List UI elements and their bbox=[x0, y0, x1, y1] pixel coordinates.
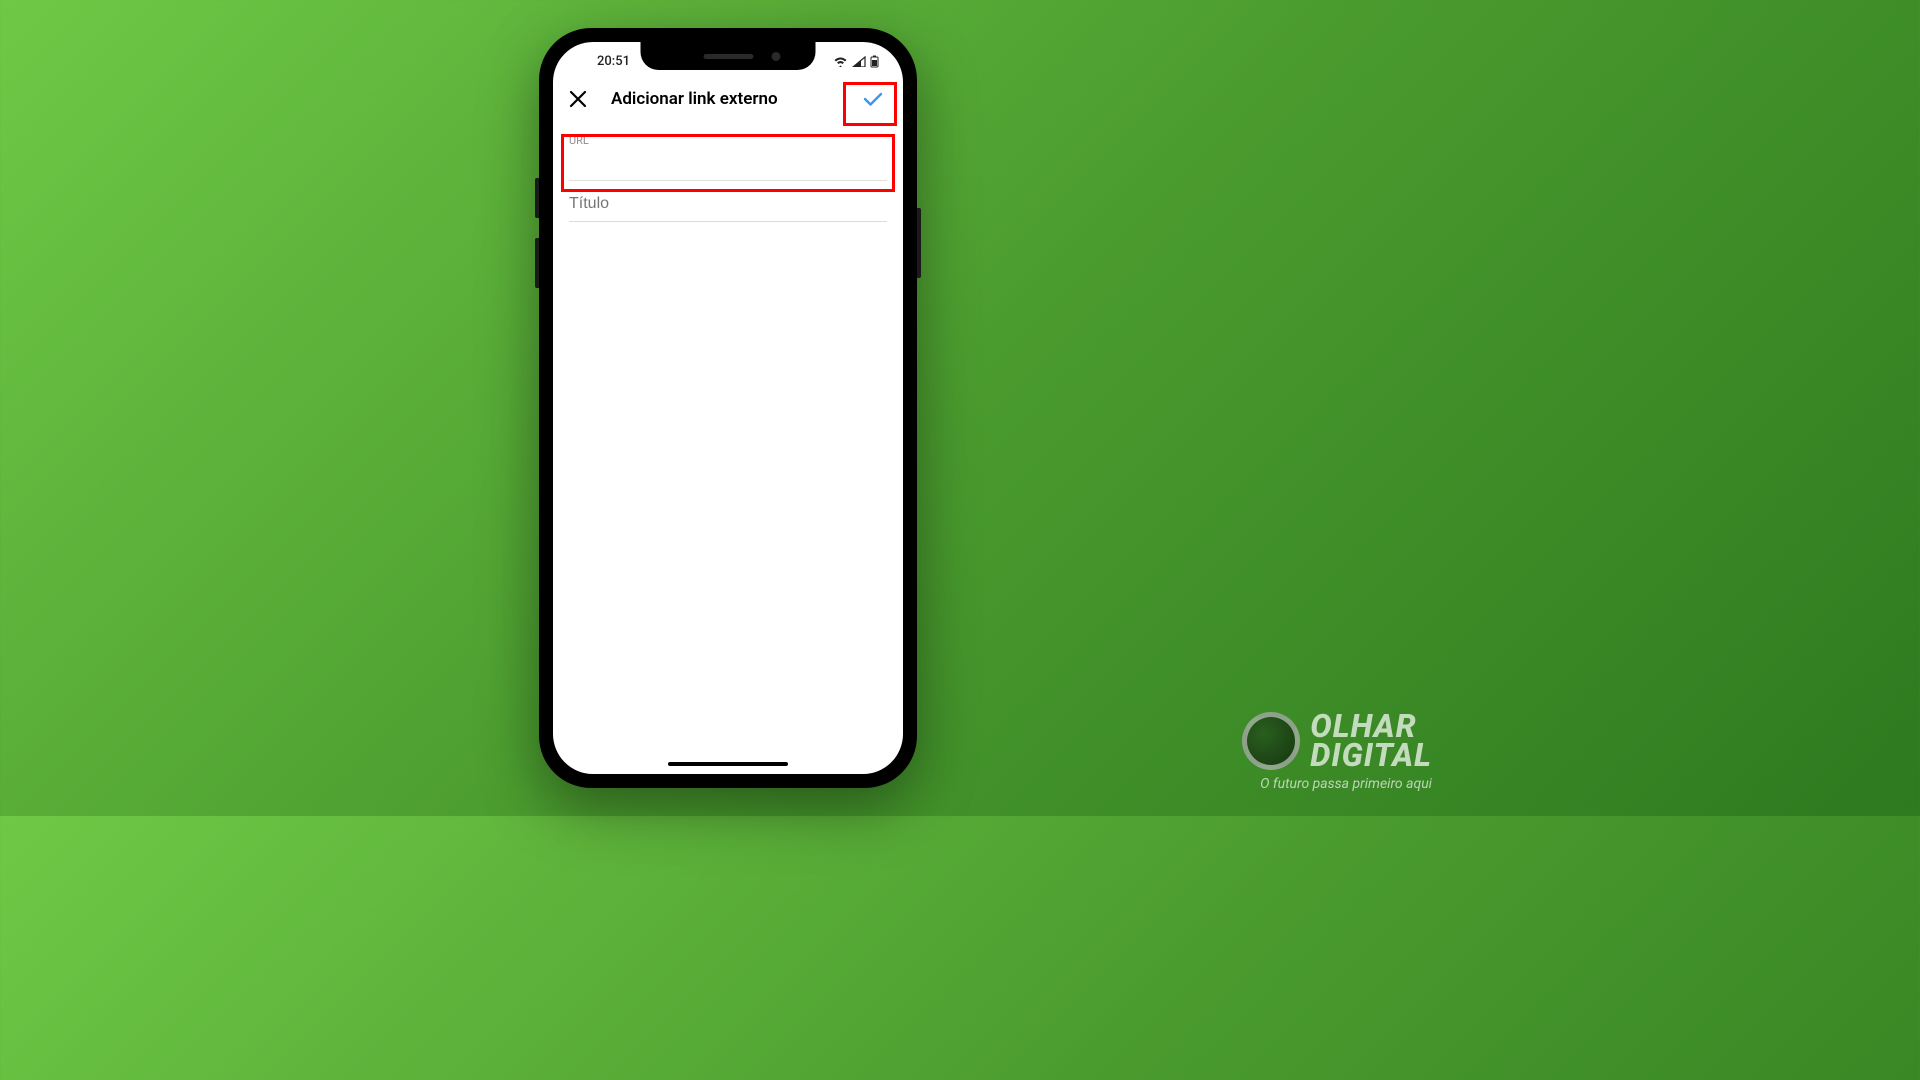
battery-icon bbox=[870, 55, 879, 68]
globe-icon bbox=[1242, 712, 1300, 770]
close-icon bbox=[568, 89, 588, 109]
signal-icon bbox=[852, 56, 866, 67]
page-title: Adicionar link externo bbox=[611, 89, 778, 109]
link-form: URL bbox=[553, 124, 903, 222]
brand-logo: OLHAR DIGITAL O futuro passa primeiro aq… bbox=[1242, 712, 1432, 792]
status-time: 20:51 bbox=[573, 54, 630, 69]
wifi-icon bbox=[833, 56, 848, 67]
title-input[interactable] bbox=[569, 181, 887, 221]
home-indicator bbox=[668, 762, 788, 766]
checkmark-icon bbox=[860, 86, 886, 112]
confirm-button[interactable] bbox=[857, 83, 889, 115]
app-header: Adicionar link externo bbox=[553, 74, 903, 124]
url-field-container: URL bbox=[569, 124, 887, 181]
url-label: URL bbox=[569, 134, 887, 147]
phone-mockup: 20:51 Adicionar link externo bbox=[539, 28, 917, 788]
phone-screen: 20:51 Adicionar link externo bbox=[553, 42, 903, 774]
brand-tagline: O futuro passa primeiro aqui bbox=[1260, 776, 1432, 792]
url-input[interactable] bbox=[569, 154, 887, 174]
title-field-container bbox=[569, 181, 887, 222]
phone-notch bbox=[641, 42, 816, 70]
close-button[interactable] bbox=[567, 88, 589, 110]
brand-line2: DIGITAL bbox=[1310, 741, 1432, 770]
